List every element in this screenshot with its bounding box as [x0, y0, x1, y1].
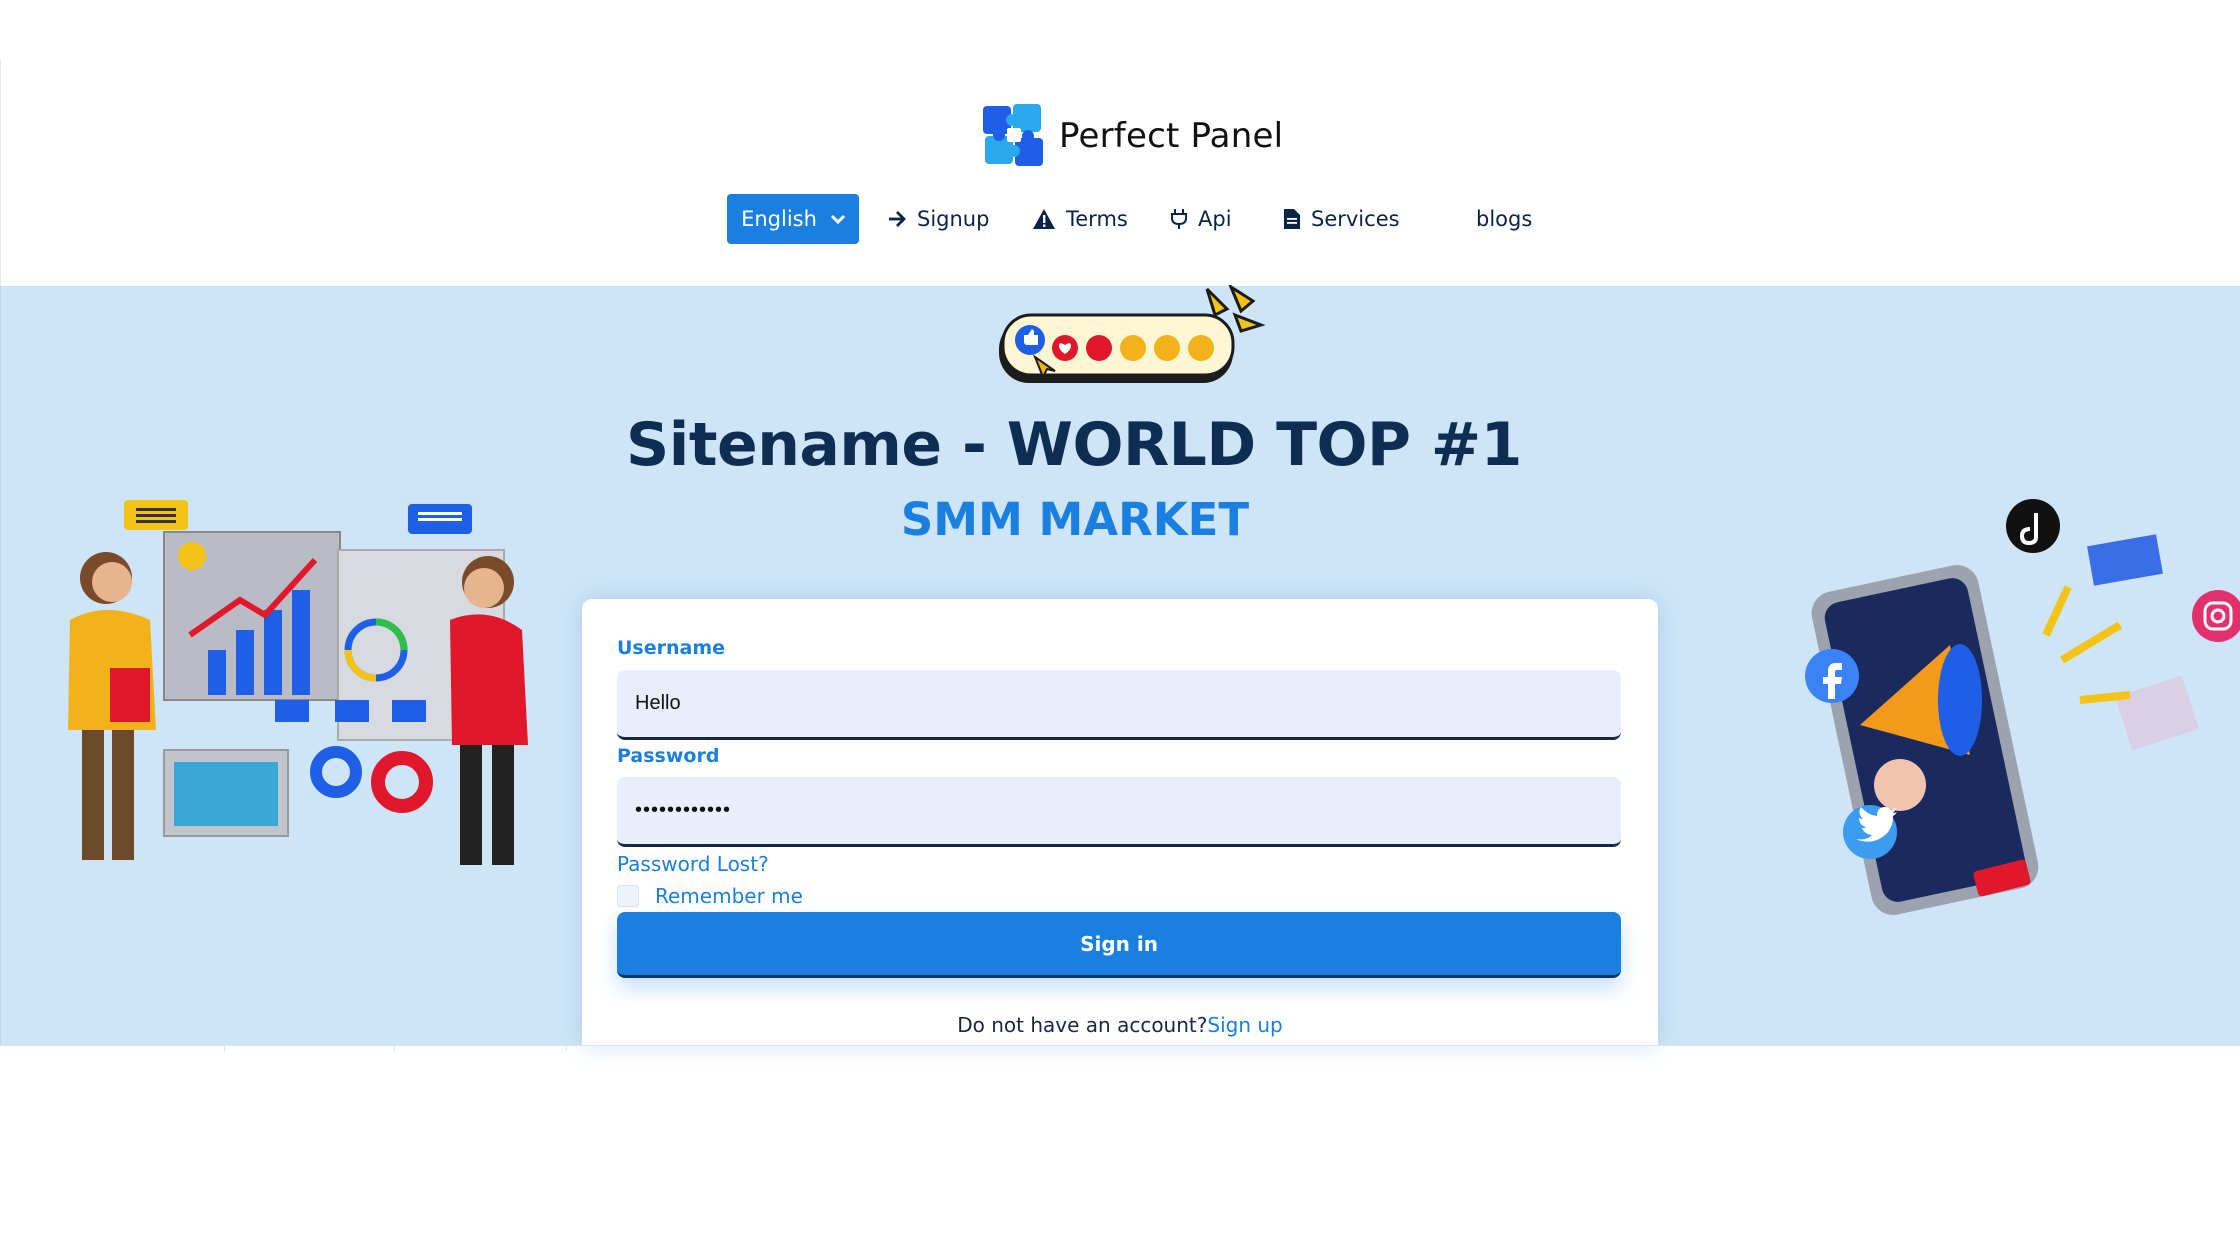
- password-label: Password: [617, 745, 720, 767]
- no-account-text: Do not have an account?: [957, 1013, 1208, 1037]
- section-divider: [0, 1045, 2240, 1046]
- language-label: English: [741, 207, 817, 231]
- no-account-row: Do not have an account?Sign up: [582, 1013, 1658, 1037]
- file-icon: [1284, 209, 1300, 229]
- username-input[interactable]: Hello: [617, 670, 1621, 740]
- nav-api[interactable]: Api: [1170, 207, 1232, 231]
- main-nav: English: [727, 194, 859, 244]
- nav-signup-label: Signup: [917, 207, 990, 231]
- remember-me[interactable]: Remember me: [617, 884, 803, 908]
- hero-title: Sitename - WORLD TOP #1: [626, 410, 1522, 480]
- nav-terms[interactable]: Terms: [1032, 207, 1128, 231]
- nav-terms-label: Terms: [1066, 207, 1128, 231]
- nav-blogs[interactable]: blogs: [1476, 207, 1532, 231]
- arrow-right-icon: [889, 211, 906, 227]
- username-label: Username: [617, 637, 726, 659]
- reactions-illustration: [999, 285, 1266, 383]
- facebook-icon: [1805, 649, 1859, 703]
- language-dropdown[interactable]: English: [727, 194, 859, 244]
- signup-link[interactable]: Sign up: [1207, 1013, 1282, 1037]
- password-lost-link[interactable]: Password Lost?: [617, 852, 769, 876]
- login-card: Username Hello Password •••••••••••• Pas…: [582, 599, 1658, 1045]
- nav-services[interactable]: Services: [1283, 207, 1400, 231]
- brand-name: Perfect Panel: [1059, 116, 1284, 156]
- plug-icon: [1171, 209, 1187, 229]
- tiktok-icon: [2006, 499, 2060, 553]
- nav-signup[interactable]: Signup: [887, 207, 989, 231]
- divider-tick: [394, 1045, 395, 1051]
- instagram-icon: [2192, 590, 2240, 642]
- divider-tick: [566, 1045, 567, 1051]
- brand-logo[interactable]: Perfect Panel: [981, 102, 1283, 170]
- remember-me-label: Remember me: [655, 884, 803, 908]
- nav-blogs-label: blogs: [1476, 207, 1533, 231]
- password-input[interactable]: ••••••••••••: [617, 777, 1621, 847]
- nav-services-label: Services: [1311, 207, 1400, 231]
- twitter-icon: [1843, 805, 1897, 859]
- phone-megaphone-illustration: [1805, 499, 2240, 915]
- nav-api-label: Api: [1198, 207, 1232, 231]
- business-people-illustration: [68, 500, 528, 865]
- header: [0, 60, 2240, 286]
- warning-icon: [1033, 209, 1055, 229]
- remember-me-checkbox[interactable]: [617, 885, 639, 907]
- chevron-down-icon: [830, 214, 845, 224]
- divider-tick: [224, 1045, 225, 1051]
- puzzle-logo-icon: [981, 102, 1049, 170]
- signin-button[interactable]: Sign in: [617, 912, 1621, 978]
